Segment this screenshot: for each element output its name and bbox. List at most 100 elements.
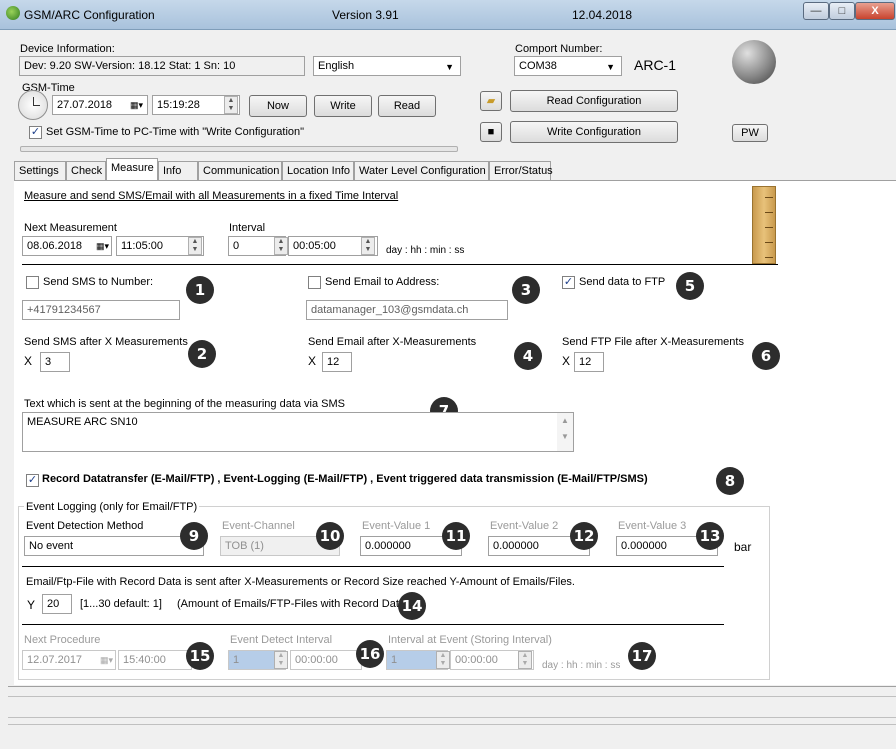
event-value3-value: 0.000000: [621, 540, 667, 552]
calendar-icon: ▦▾: [99, 655, 113, 665]
read-configuration-button[interactable]: Read Configuration: [510, 90, 678, 112]
marker-15: 15: [186, 642, 214, 670]
event-method-label: Event Detection Method: [26, 520, 144, 532]
event-value1-label: Event-Value 1: [362, 520, 431, 532]
section-divider: [22, 264, 778, 265]
marker-17: 17: [628, 642, 656, 670]
calendar-icon[interactable]: ▦▾: [130, 100, 143, 111]
email-address-field[interactable]: datamanager_103@gsmdata.ch: [306, 300, 508, 320]
ftp-after-field[interactable]: 12: [574, 352, 604, 372]
event-interval-time-spinner: ▲ ▼: [518, 651, 532, 669]
sms-text-scrollbar[interactable]: ▲ ▼: [557, 413, 573, 451]
version-label: Version 3.91: [332, 8, 399, 22]
close-button[interactable]: X: [855, 2, 895, 20]
sms-after-field[interactable]: 3: [40, 352, 70, 372]
next-measurement-date-value: 08.06.2018: [27, 240, 83, 252]
record-data-text: Email/Ftp-File with Record Data is sent …: [26, 576, 575, 588]
record-datatransfer-label: Record Datatransfer (E-Mail/FTP) , Event…: [42, 473, 648, 485]
event-value3-label: Event-Value 3: [618, 520, 687, 532]
y-amount-field[interactable]: 20: [42, 594, 72, 614]
window-title: GSM/ARC Configuration: [24, 8, 155, 22]
sms-number-field[interactable]: +41791234567: [22, 300, 180, 320]
next-measurement-date[interactable]: 08.06.2018 ▦▾: [22, 236, 112, 256]
write-time-button[interactable]: Write: [314, 95, 372, 117]
comport-value: COM38: [519, 60, 557, 72]
y-label: Y: [27, 598, 36, 612]
tab-water-level-configuration[interactable]: Water Level Configuration: [354, 161, 489, 180]
gsm-time-value: 15:19:28: [157, 99, 200, 111]
tab-check[interactable]: Check: [66, 161, 106, 180]
marker-11: 11: [442, 522, 470, 550]
next-measurement-spinner[interactable]: ▲ ▼: [188, 237, 202, 255]
tab-measure[interactable]: Measure: [106, 158, 158, 181]
save-disk-button[interactable]: ■: [480, 122, 502, 142]
interval-time-spinner[interactable]: ▲ ▼: [361, 237, 375, 255]
pw-button[interactable]: PW: [732, 124, 768, 142]
event-value2-value: 0.000000: [493, 540, 539, 552]
read-time-button[interactable]: Read: [378, 95, 436, 117]
email-after-field[interactable]: 12: [322, 352, 352, 372]
title-bar: GSM/ARC Configuration Version 3.91 12.04…: [0, 0, 896, 30]
interval-days-spinner[interactable]: ▲ ▼: [274, 237, 288, 255]
marker-10: 10: [316, 522, 344, 550]
interval-units-label: day : hh : min : ss: [386, 245, 465, 256]
tab-error-status[interactable]: Error/Status: [489, 161, 553, 180]
event-method-select[interactable]: No event: [24, 536, 204, 556]
clock-icon: [18, 90, 48, 120]
event-method-value: No event: [29, 540, 74, 552]
device-info-label: Device Information:: [20, 43, 115, 55]
tab-location-info[interactable]: Location Info: [282, 161, 354, 180]
next-measurement-time-value: 11:05:00: [121, 240, 164, 252]
folder-icon: ▰: [486, 95, 496, 107]
record-datatransfer-checkbox[interactable]: ✓: [26, 474, 39, 487]
write-configuration-button[interactable]: Write Configuration: [510, 121, 678, 143]
send-email-checkbox[interactable]: [308, 276, 321, 289]
event-divider-1: [22, 566, 724, 567]
sms-text-area[interactable]: MEASURE ARC SN10: [22, 412, 574, 452]
sync-time-label: Set GSM-Time to PC-Time with "Write Conf…: [46, 126, 305, 138]
event-divider-2: [22, 624, 724, 625]
detect-interval-time: 00:00:00: [290, 650, 362, 670]
marker-3: 3: [512, 276, 540, 304]
measure-title: Measure and send SMS/Email with all Meas…: [24, 190, 399, 202]
marker-6: 6: [752, 342, 780, 370]
chevron-down-icon: ▼: [445, 62, 454, 72]
title-date: 12.04.2018: [572, 8, 633, 22]
gsm-date-picker[interactable]: 27.07.2018 ▦▾: [52, 95, 148, 115]
minimize-button[interactable]: —: [803, 2, 829, 20]
sync-time-checkbox[interactable]: ✓: [29, 126, 42, 139]
send-ftp-label: Send data to FTP: [579, 276, 666, 288]
maximize-button[interactable]: □: [829, 2, 855, 20]
marker-8: 8: [716, 467, 744, 495]
next-procedure-label: Next Procedure: [24, 634, 101, 646]
comport-label: Comport Number:: [515, 43, 603, 55]
y-amount-value: 20: [47, 598, 60, 610]
sms-after-value: 3: [45, 356, 52, 368]
progress-bar: [20, 146, 458, 152]
tab-communication[interactable]: Communication: [198, 161, 282, 180]
device-info-field: Dev: 9.20 SW-Version: 18.12 Stat: 1 Sn: …: [19, 56, 305, 76]
sms-text-label: Text which is sent at the beginning of t…: [24, 398, 346, 410]
send-ftp-checkbox[interactable]: ✓: [562, 276, 575, 289]
y-note-label: (Amount of Emails/FTP-Files with Record …: [177, 598, 409, 610]
interval-time-value: 00:05:00: [293, 240, 336, 252]
marker-16: 16: [356, 640, 384, 668]
globe-icon: [732, 40, 776, 84]
event-logging-group-label: Event Logging (only for Email/FTP): [24, 501, 200, 513]
send-sms-checkbox[interactable]: [26, 276, 39, 289]
detect-interval-days-spinner: ▲ ▼: [274, 651, 288, 669]
next-procedure-date-value: 12.07.2017: [27, 654, 83, 666]
now-button[interactable]: Now: [249, 95, 307, 117]
detect-interval-label: Event Detect Interval: [230, 634, 333, 646]
open-folder-button[interactable]: ▰: [480, 91, 502, 111]
gsm-time-spinner[interactable]: ▲ ▼: [224, 96, 238, 114]
detect-interval-days-value: 1: [233, 654, 240, 666]
email-after-value: 12: [327, 356, 340, 368]
ftp-after-label: Send FTP File after X-Measurements: [562, 336, 744, 348]
calendar-icon[interactable]: ▦▾: [96, 241, 109, 252]
tab-info[interactable]: Info: [158, 161, 198, 180]
language-select[interactable]: English ▼: [313, 56, 461, 76]
ftp-after-x: X: [562, 354, 571, 368]
comport-select[interactable]: COM38 ▼: [514, 56, 622, 76]
tab-settings[interactable]: Settings: [14, 161, 66, 180]
